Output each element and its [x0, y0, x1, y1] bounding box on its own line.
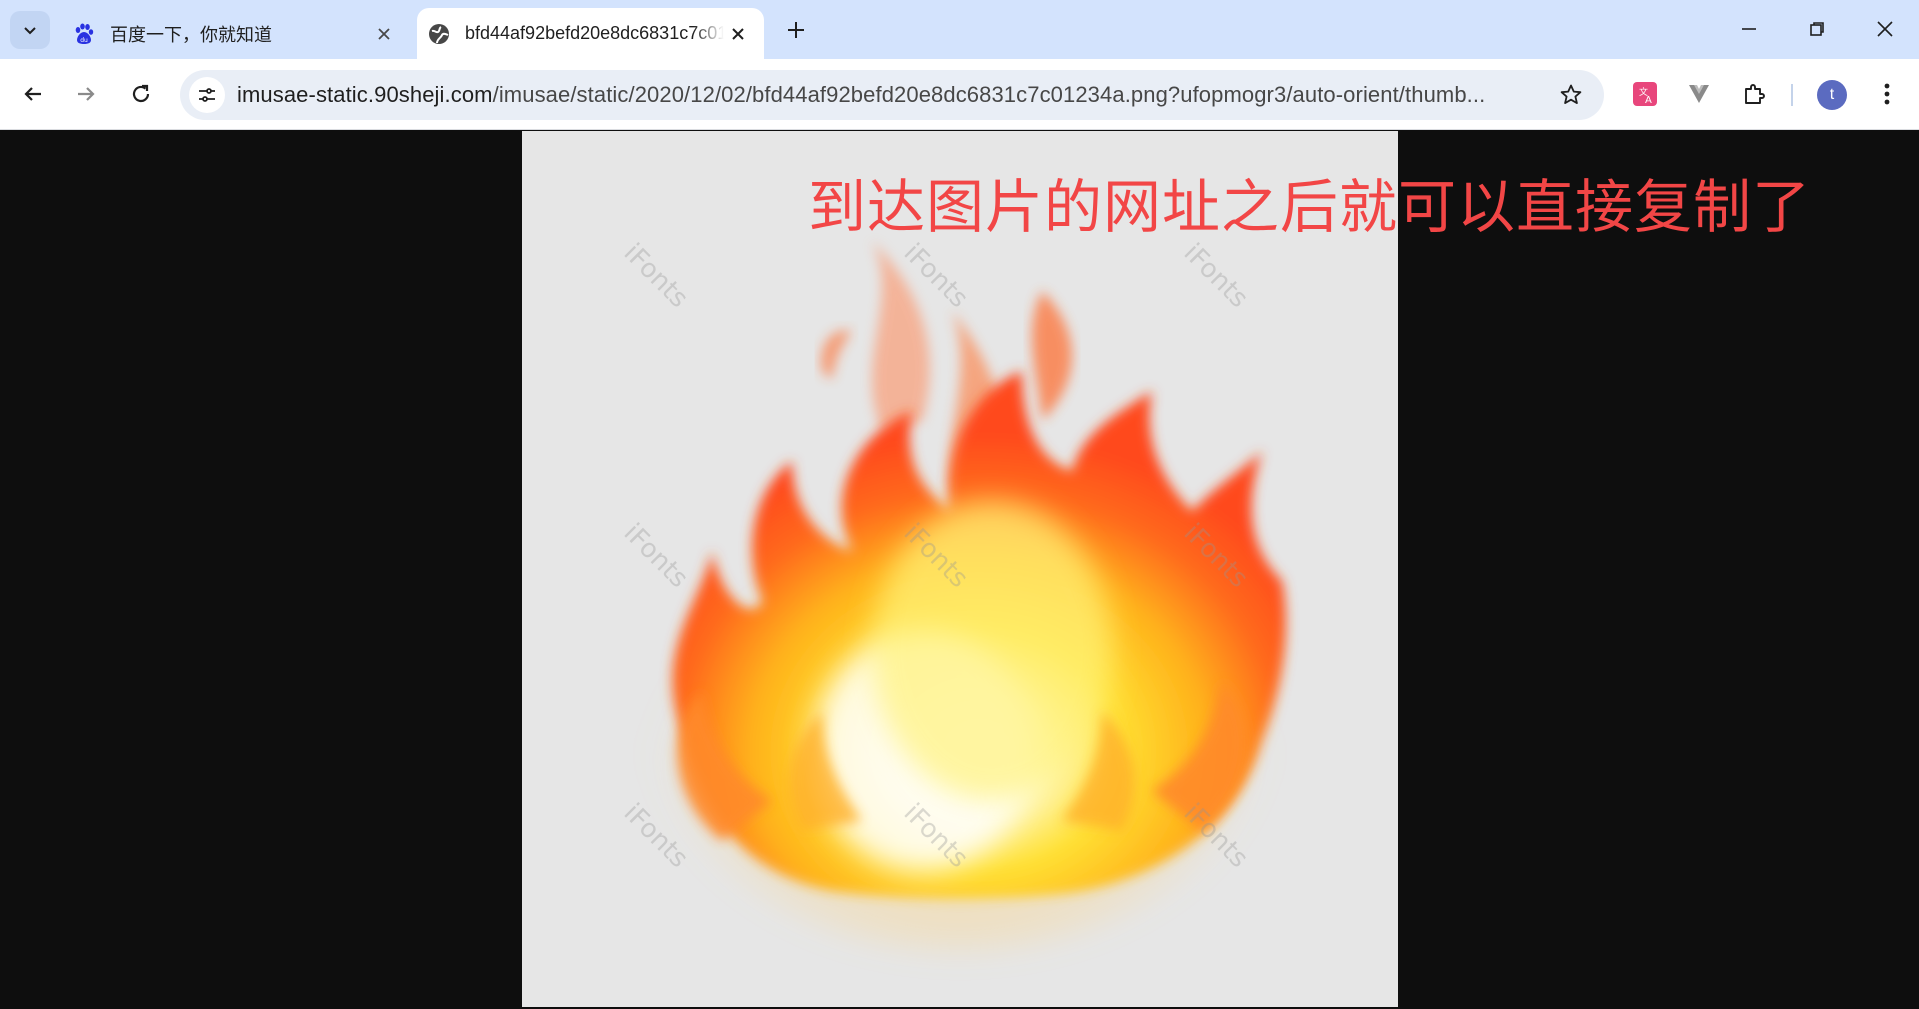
close-tab-icon[interactable] [370, 20, 398, 48]
star-icon [1560, 84, 1582, 104]
minimize-button[interactable] [1721, 6, 1777, 52]
profile-avatar[interactable]: t [1817, 80, 1847, 110]
tab-title: 百度一下，你就知道 [110, 24, 272, 45]
tab-image[interactable]: bfd44af92befd20e8dc6831c7c01234a.png [417, 8, 764, 59]
reload-button[interactable] [121, 74, 161, 114]
back-button[interactable] [13, 74, 53, 114]
reload-icon [132, 84, 150, 103]
page-viewport: iFonts iFonts iFonts iFonts iFonts iFont… [0, 131, 1919, 1009]
tab-search-button[interactable] [10, 11, 50, 49]
tab-strip: du 百度一下，你就知道 bfd44af92befd20e8dc6831c7c0… [0, 0, 1919, 59]
translate-extension-button[interactable]: 文 A [1627, 76, 1663, 112]
forward-button[interactable] [66, 74, 106, 114]
browser-toolbar: imusae-static.90sheji.com/imusae/static/… [0, 59, 1919, 130]
bookmark-button[interactable] [1556, 80, 1586, 110]
displayed-image[interactable]: iFonts iFonts iFonts iFonts iFonts iFont… [522, 131, 1398, 1007]
annotation-text: 到达图片的网址之后就可以直接复制了 [808, 173, 1812, 241]
v-logo-icon [1689, 85, 1709, 103]
close-window-button[interactable] [1857, 6, 1913, 52]
translate-icon: 文 A [1633, 82, 1657, 106]
restore-icon [1810, 22, 1824, 36]
toolbar-separator [1791, 84, 1793, 106]
minimize-icon [1742, 28, 1756, 30]
puzzle-icon [1745, 84, 1765, 104]
svg-text:A: A [1645, 95, 1652, 106]
menu-button[interactable] [1869, 76, 1905, 112]
tab-baidu[interactable]: du 百度一下，你就知道 [62, 8, 410, 59]
url-path: /imusae/static/2020/12/02/bfd44af92befd2… [492, 82, 1486, 107]
close-icon [1877, 21, 1893, 37]
more-vert-icon [1884, 83, 1890, 105]
baidu-paw-icon: du [72, 22, 96, 46]
extensions-button[interactable] [1736, 76, 1772, 112]
plus-icon [788, 22, 804, 38]
tune-icon [199, 88, 215, 102]
address-bar[interactable]: imusae-static.90sheji.com/imusae/static/… [180, 70, 1604, 120]
arrow-left-icon [24, 87, 41, 101]
site-info-button[interactable] [189, 77, 225, 113]
restore-button[interactable] [1789, 6, 1845, 52]
tab-title: bfd44af92befd20e8dc6831c7c01234a.png [465, 23, 724, 43]
arrow-right-icon [78, 87, 95, 101]
chevron-down-icon [24, 27, 36, 35]
vue-devtools-extension-button[interactable] [1681, 76, 1717, 112]
close-tab-icon[interactable] [724, 20, 752, 48]
globe-icon [427, 22, 451, 46]
new-tab-button[interactable] [780, 14, 812, 46]
svg-text:du: du [80, 37, 88, 44]
url-host: imusae-static.90sheji.com [237, 82, 493, 107]
url-text[interactable]: imusae-static.90sheji.com/imusae/static/… [237, 82, 1527, 108]
